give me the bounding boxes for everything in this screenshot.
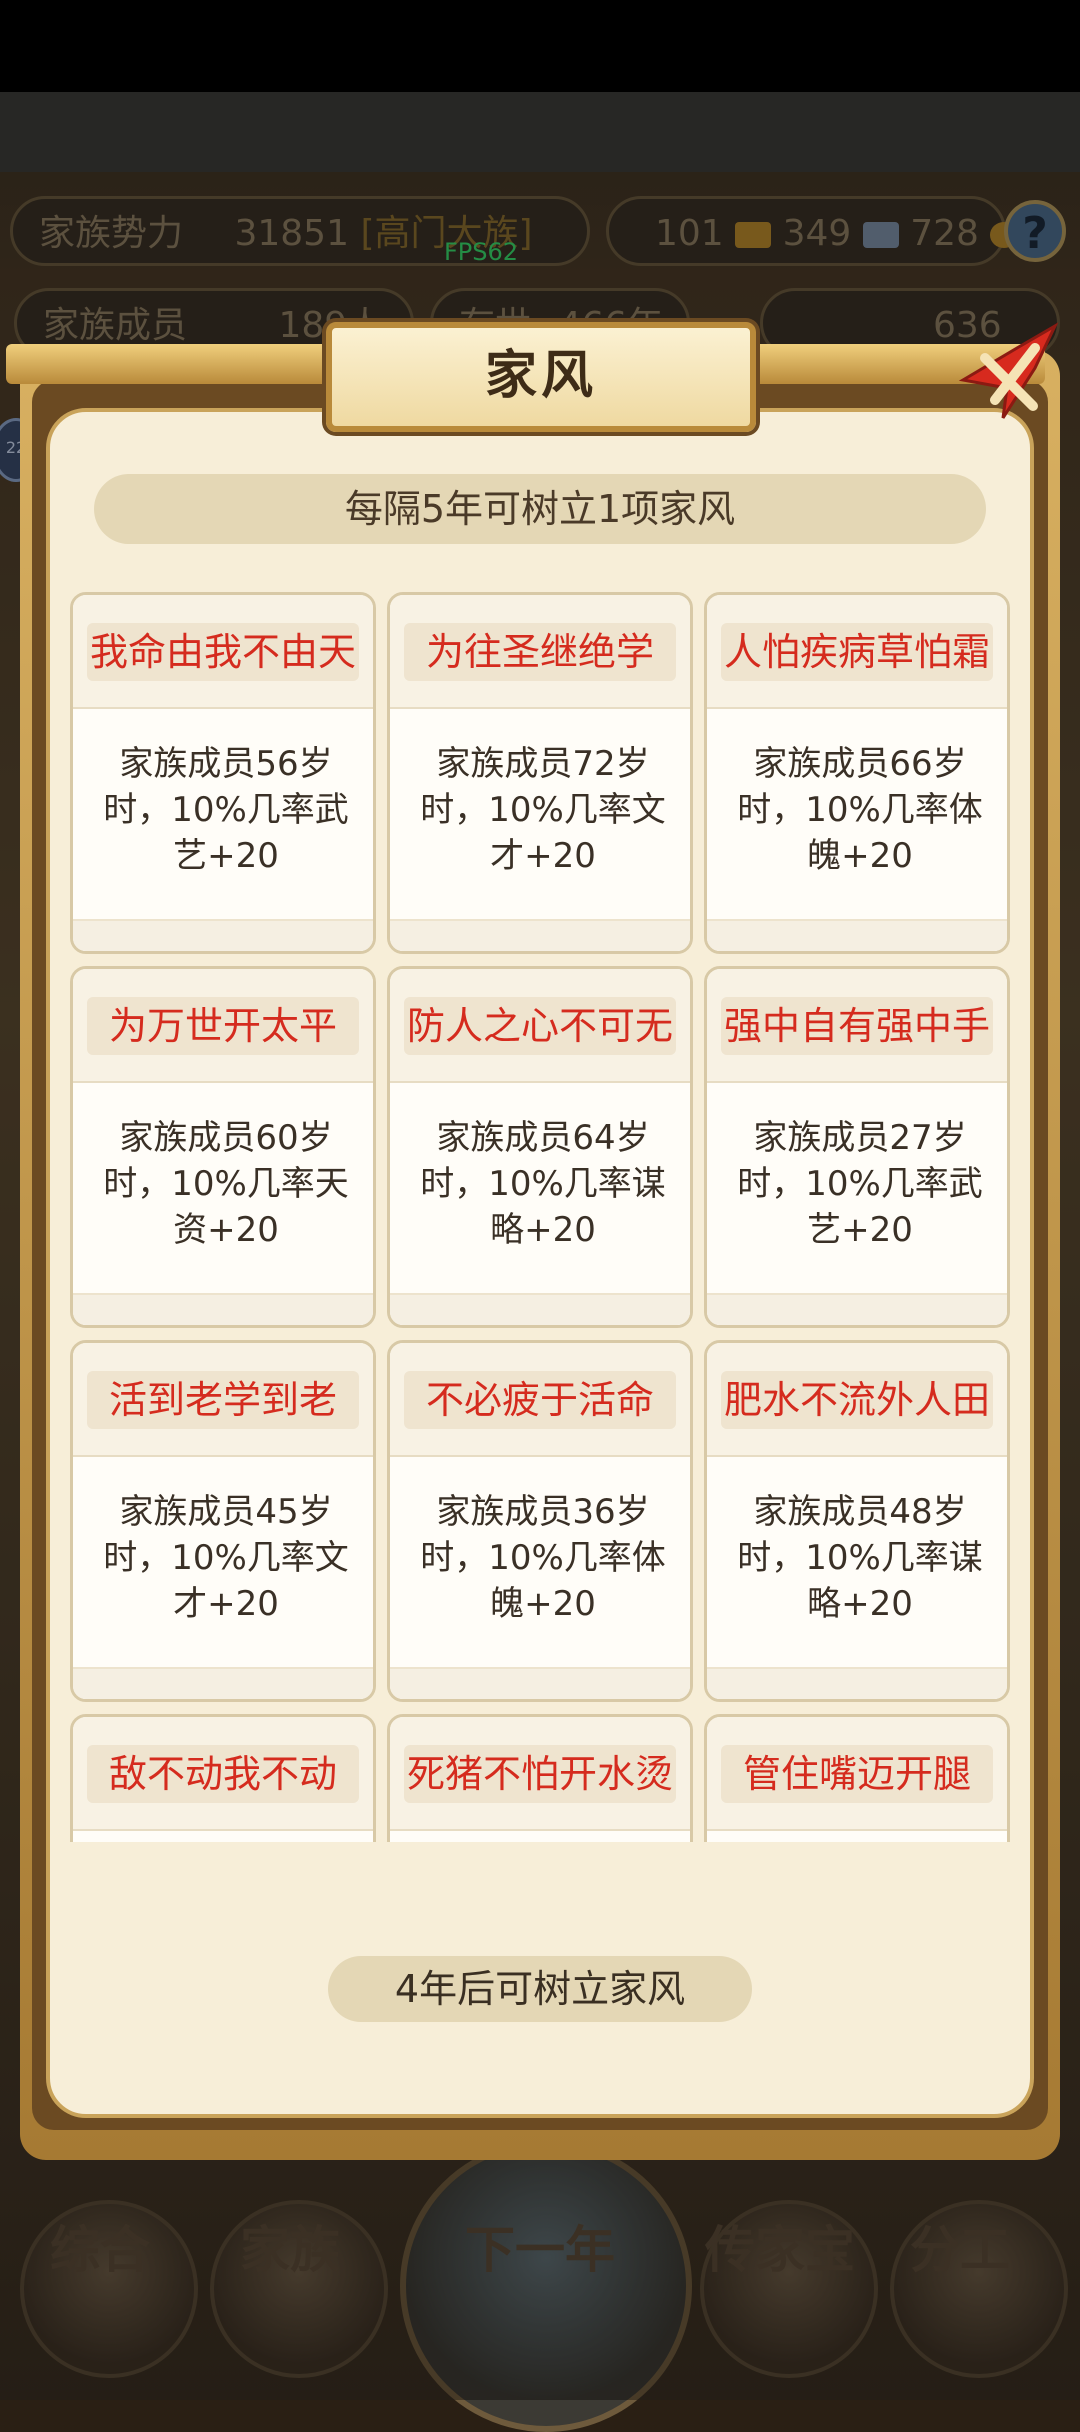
card-description: 家族成员48岁时，10%几率谋略+20 (737, 1492, 983, 1624)
family-style-card[interactable]: 防人之心不可无 家族成员64岁时，10%几率谋略+20 (387, 966, 693, 1328)
family-style-card[interactable]: 活到老学到老 家族成员45岁时，10%几率文才+20 (70, 1340, 376, 1702)
card-title: 肥水不流外人田 (721, 1371, 993, 1429)
card-foot (390, 1293, 690, 1325)
card-foot (707, 1293, 1007, 1325)
modal-title: 家风 (484, 346, 597, 406)
card-title: 我命由我不由天 (87, 623, 359, 681)
modal-subtitle: 每隔5年可树立1项家风 (94, 474, 986, 544)
card-title: 敌不动我不动 (87, 1745, 359, 1803)
card-title: 强中自有强中手 (721, 997, 993, 1055)
card-description: 家族成员66岁时，10%几率体魄+20 (737, 744, 983, 876)
family-style-card[interactable]: 人怕疾病草怕霜 家族成员66岁时，10%几率体魄+20 (704, 592, 1010, 954)
card-title: 死猪不怕开水烫 (404, 1745, 676, 1803)
card-title: 管住嘴迈开腿 (721, 1745, 993, 1803)
modal-title-plate: 家风 (326, 322, 756, 432)
card-description: 家族成员60岁时，10%几率天资+20 (103, 1118, 349, 1250)
card-foot (73, 1667, 373, 1699)
card-title: 不必疲于活命 (404, 1371, 676, 1429)
family-style-card[interactable]: 为往圣继绝学 家族成员72岁时，10%几率文才+20 (387, 592, 693, 954)
close-button[interactable] (955, 318, 1065, 428)
family-style-card[interactable]: 死猪不怕开水烫 (387, 1714, 693, 1842)
card-foot (707, 919, 1007, 951)
card-title: 活到老学到老 (87, 1371, 359, 1429)
card-foot (390, 919, 690, 951)
family-style-card[interactable]: 强中自有强中手 家族成员27岁时，10%几率武艺+20 (704, 966, 1010, 1328)
card-description: 家族成员27岁时，10%几率武艺+20 (737, 1118, 983, 1250)
card-foot (73, 919, 373, 951)
close-icon (958, 322, 1059, 419)
family-style-card[interactable]: 为万世开太平 家族成员60岁时，10%几率天资+20 (70, 966, 376, 1328)
card-foot (73, 1293, 373, 1325)
card-title: 人怕疾病草怕霜 (721, 623, 993, 681)
card-foot (390, 1667, 690, 1699)
card-title: 为万世开太平 (87, 997, 359, 1055)
family-style-card[interactable]: 肥水不流外人田 家族成员48岁时，10%几率谋略+20 (704, 1340, 1010, 1702)
card-description: 家族成员64岁时，10%几率谋略+20 (420, 1118, 666, 1250)
card-description: 家族成员36岁时，10%几率体魄+20 (420, 1492, 666, 1624)
title-wing-left (6, 344, 336, 384)
card-grid: 我命由我不由天 家族成员56岁时，10%几率武艺+20 为往圣继绝学 家族成员7… (60, 540, 1020, 1842)
family-style-card[interactable]: 我命由我不由天 家族成员56岁时，10%几率武艺+20 (70, 592, 376, 954)
family-style-card[interactable]: 敌不动我不动 (70, 1714, 376, 1842)
card-description: 家族成员56岁时，10%几率武艺+20 (103, 744, 349, 876)
card-title: 为往圣继绝学 (404, 623, 676, 681)
card-description: 家族成员45岁时，10%几率文才+20 (103, 1492, 349, 1624)
card-description: 家族成员72岁时，10%几率文才+20 (420, 744, 666, 876)
card-foot (707, 1667, 1007, 1699)
family-style-card[interactable]: 不必疲于活命 家族成员36岁时，10%几率体魄+20 (387, 1340, 693, 1702)
status-bar (0, 0, 1080, 92)
card-title: 防人之心不可无 (404, 997, 676, 1055)
family-style-card[interactable]: 管住嘴迈开腿 (704, 1714, 1010, 1842)
cooldown-status: 4年后可树立家风 (328, 1956, 752, 2022)
